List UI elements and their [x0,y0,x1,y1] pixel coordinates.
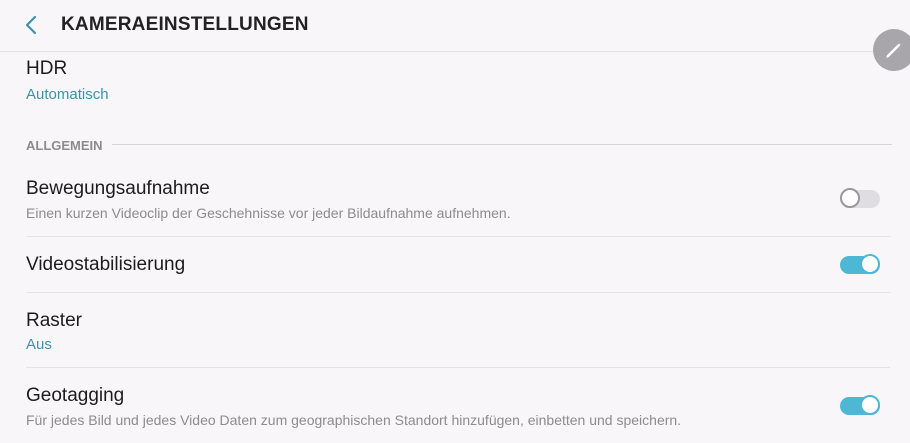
chevron-left-icon [25,15,37,35]
setting-label: Geotagging [26,385,125,406]
setting-grid[interactable]: Raster Aus [0,293,910,367]
motion-photo-toggle[interactable] [840,188,882,210]
section-divider [112,144,892,145]
toggle-knob [840,188,860,208]
setting-description: Einen kurzen Videoclip der Geschehnisse … [26,205,511,221]
setting-label: Videostabilisierung [26,254,186,275]
setting-motion-photo[interactable]: Bewegungsaufnahme Einen kurzen Videoclip… [0,172,910,236]
toggle-knob [860,254,880,274]
setting-label: Raster [26,310,82,331]
setting-hdr[interactable]: HDR Automatisch [0,55,910,115]
setting-description: Für jedes Bild und jedes Video Daten zum… [26,412,682,428]
setting-value: Aus [26,336,52,353]
video-stabilization-toggle[interactable] [840,254,882,276]
page-title: KAMERAEINSTELLUNGEN [61,14,309,35]
geotagging-toggle[interactable] [840,395,882,417]
app-bar: KAMERAEINSTELLUNGEN [0,0,910,52]
setting-geotagging[interactable]: Geotagging Für jedes Bild und jedes Vide… [0,368,910,443]
setting-value: Automatisch [26,86,109,103]
toggle-knob [860,395,880,415]
setting-label: Bewegungsaufnahme [26,178,210,199]
back-button[interactable] [18,12,44,38]
section-title: ALLGEMEIN [26,138,103,153]
setting-video-stabilization[interactable]: Videostabilisierung [0,237,910,292]
setting-label: HDR [26,58,68,79]
